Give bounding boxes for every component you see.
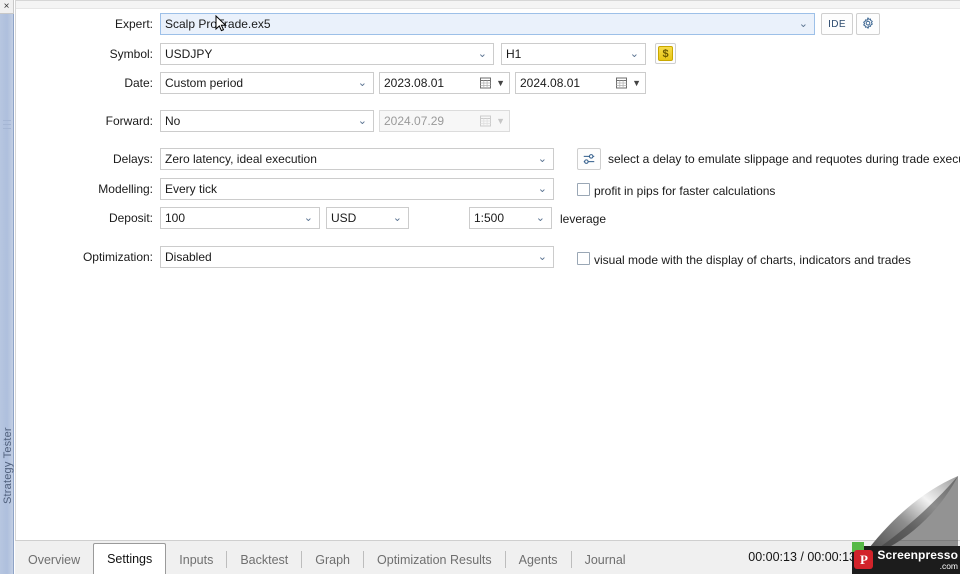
dock-grip — [3, 128, 11, 129]
chevron-down-icon: ⌄ — [537, 251, 547, 263]
symbol-label: Symbol: — [109, 47, 153, 61]
date-period-value: Custom period — [165, 76, 244, 90]
deposit-currency-value: USD — [331, 211, 357, 225]
pips-checkbox[interactable] — [577, 183, 590, 196]
chevron-down-icon: ⌄ — [629, 48, 639, 60]
dollar-icon: $ — [658, 46, 673, 61]
expert-value: Scalp ProTrade.ex5 — [165, 17, 271, 31]
chevron-down-icon: ⌄ — [357, 115, 367, 127]
date-period-select[interactable]: Custom period ⌄ — [160, 72, 374, 94]
tab-list: Overview Settings Inputs Backtest Graph … — [15, 543, 639, 574]
elapsed-timer: 00:00:13 / 00:00:13 — [748, 550, 856, 564]
leverage-value: 1:500 — [474, 211, 505, 225]
timeframe-value: H1 — [506, 47, 522, 61]
chevron-down-icon: ⌄ — [357, 77, 367, 89]
optimization-select[interactable]: Disabled ⌄ — [160, 246, 554, 268]
close-icon[interactable]: × — [0, 0, 14, 14]
modelling-label: Modelling: — [98, 182, 153, 196]
forward-select[interactable]: No ⌄ — [160, 110, 374, 132]
expert-label: Expert: — [114, 17, 153, 31]
tab-optimization-results[interactable]: Optimization Results — [364, 544, 505, 574]
delays-custom-button[interactable] — [577, 148, 601, 170]
optimization-value: Disabled — [165, 250, 212, 264]
leverage-label: leverage — [560, 212, 607, 226]
chevron-down-icon[interactable]: ▼ — [632, 73, 641, 93]
optimization-label: Optimization: — [82, 250, 153, 264]
tab-graph[interactable]: Graph — [302, 544, 363, 574]
delays-label: Delays: — [112, 152, 153, 166]
ide-button[interactable]: IDE — [821, 13, 853, 35]
tab-agents[interactable]: Agents — [506, 544, 571, 574]
dock-grip — [3, 120, 11, 121]
chevron-down-icon: ⌄ — [535, 212, 545, 224]
chevron-down-icon: ⌄ — [798, 18, 808, 30]
tab-settings[interactable]: Settings — [93, 543, 167, 574]
deposit-amount-value: 100 — [165, 211, 186, 225]
forward-date-input: 2024.07.29 ▼ — [379, 110, 510, 132]
sliders-icon — [583, 154, 595, 164]
date-from-value: 2023.08.01 — [384, 76, 445, 90]
dock-grip — [3, 124, 11, 125]
dock-title: Strategy Tester — [2, 427, 14, 504]
tester-tab-bar: Overview Settings Inputs Backtest Graph … — [15, 540, 960, 574]
tab-journal[interactable]: Journal — [572, 544, 639, 574]
watermark-name: Screenpresso — [877, 547, 958, 562]
settings-panel: Expert: Scalp ProTrade.ex5 ⌄ IDE Symbol:… — [15, 0, 960, 540]
date-from-input[interactable]: 2023.08.01 ▼ — [379, 72, 510, 94]
calendar-icon[interactable] — [615, 76, 629, 90]
delays-value: Zero latency, ideal execution — [165, 152, 317, 166]
date-to-value: 2024.08.01 — [520, 76, 581, 90]
chevron-down-icon[interactable]: ▼ — [496, 73, 505, 93]
chevron-down-icon: ⌄ — [537, 183, 547, 195]
chevron-down-icon: ⌄ — [537, 153, 547, 165]
chevron-down-icon: ▼ — [496, 116, 505, 126]
symbol-properties-button[interactable]: $ — [655, 43, 676, 64]
symbol-select[interactable]: USDJPY ⌄ — [160, 43, 494, 65]
chevron-down-icon: ⌄ — [477, 48, 487, 60]
date-label: Date: — [124, 76, 153, 90]
deposit-amount-select[interactable]: 100 ⌄ — [160, 207, 320, 229]
symbol-value: USDJPY — [165, 47, 213, 61]
watermark-domain: .com — [939, 560, 958, 571]
tab-overview[interactable]: Overview — [15, 544, 93, 574]
deposit-label: Deposit: — [108, 211, 153, 225]
expert-settings-button[interactable] — [856, 13, 880, 35]
watermark-text: Screenpresso .com — [877, 549, 958, 571]
strategy-tester-dock-strip: × Strategy Tester — [0, 0, 14, 574]
delays-select[interactable]: Zero latency, ideal execution ⌄ — [160, 148, 554, 170]
modelling-select[interactable]: Every tick ⌄ — [160, 178, 554, 200]
visual-mode-checkbox-label[interactable]: visual mode with the display of charts, … — [594, 252, 911, 268]
calendar-icon — [479, 114, 493, 128]
chevron-down-icon: ⌄ — [392, 212, 402, 224]
visual-mode-checkbox[interactable] — [577, 252, 590, 265]
modelling-value: Every tick — [165, 182, 218, 196]
chevron-down-icon: ⌄ — [303, 212, 313, 224]
gear-icon — [863, 17, 873, 30]
forward-value: No — [165, 114, 181, 128]
screenpresso-watermark: P Screenpresso .com — [854, 549, 958, 571]
forward-label: Forward: — [105, 114, 153, 128]
deposit-currency-select[interactable]: USD ⌄ — [326, 207, 409, 229]
delays-hint-text: select a delay to emulate slippage and r… — [608, 152, 960, 166]
panel-top-bar — [16, 1, 960, 9]
expert-input[interactable]: Scalp ProTrade.ex5 ⌄ — [160, 13, 815, 35]
date-to-input[interactable]: 2024.08.01 ▼ — [515, 72, 646, 94]
timeframe-select[interactable]: H1 ⌄ — [501, 43, 646, 65]
tab-inputs[interactable]: Inputs — [166, 544, 226, 574]
pips-checkbox-label[interactable]: profit in pips for faster calculations — [594, 183, 775, 199]
screenpresso-logo-icon: P — [854, 549, 874, 569]
calendar-icon[interactable] — [479, 76, 493, 90]
leverage-select[interactable]: 1:500 ⌄ — [469, 207, 552, 229]
forward-date-value: 2024.07.29 — [384, 114, 445, 128]
strategy-tester-window: × Strategy Tester Expert: Scalp ProTrade… — [0, 0, 960, 574]
tab-backtest[interactable]: Backtest — [227, 544, 301, 574]
